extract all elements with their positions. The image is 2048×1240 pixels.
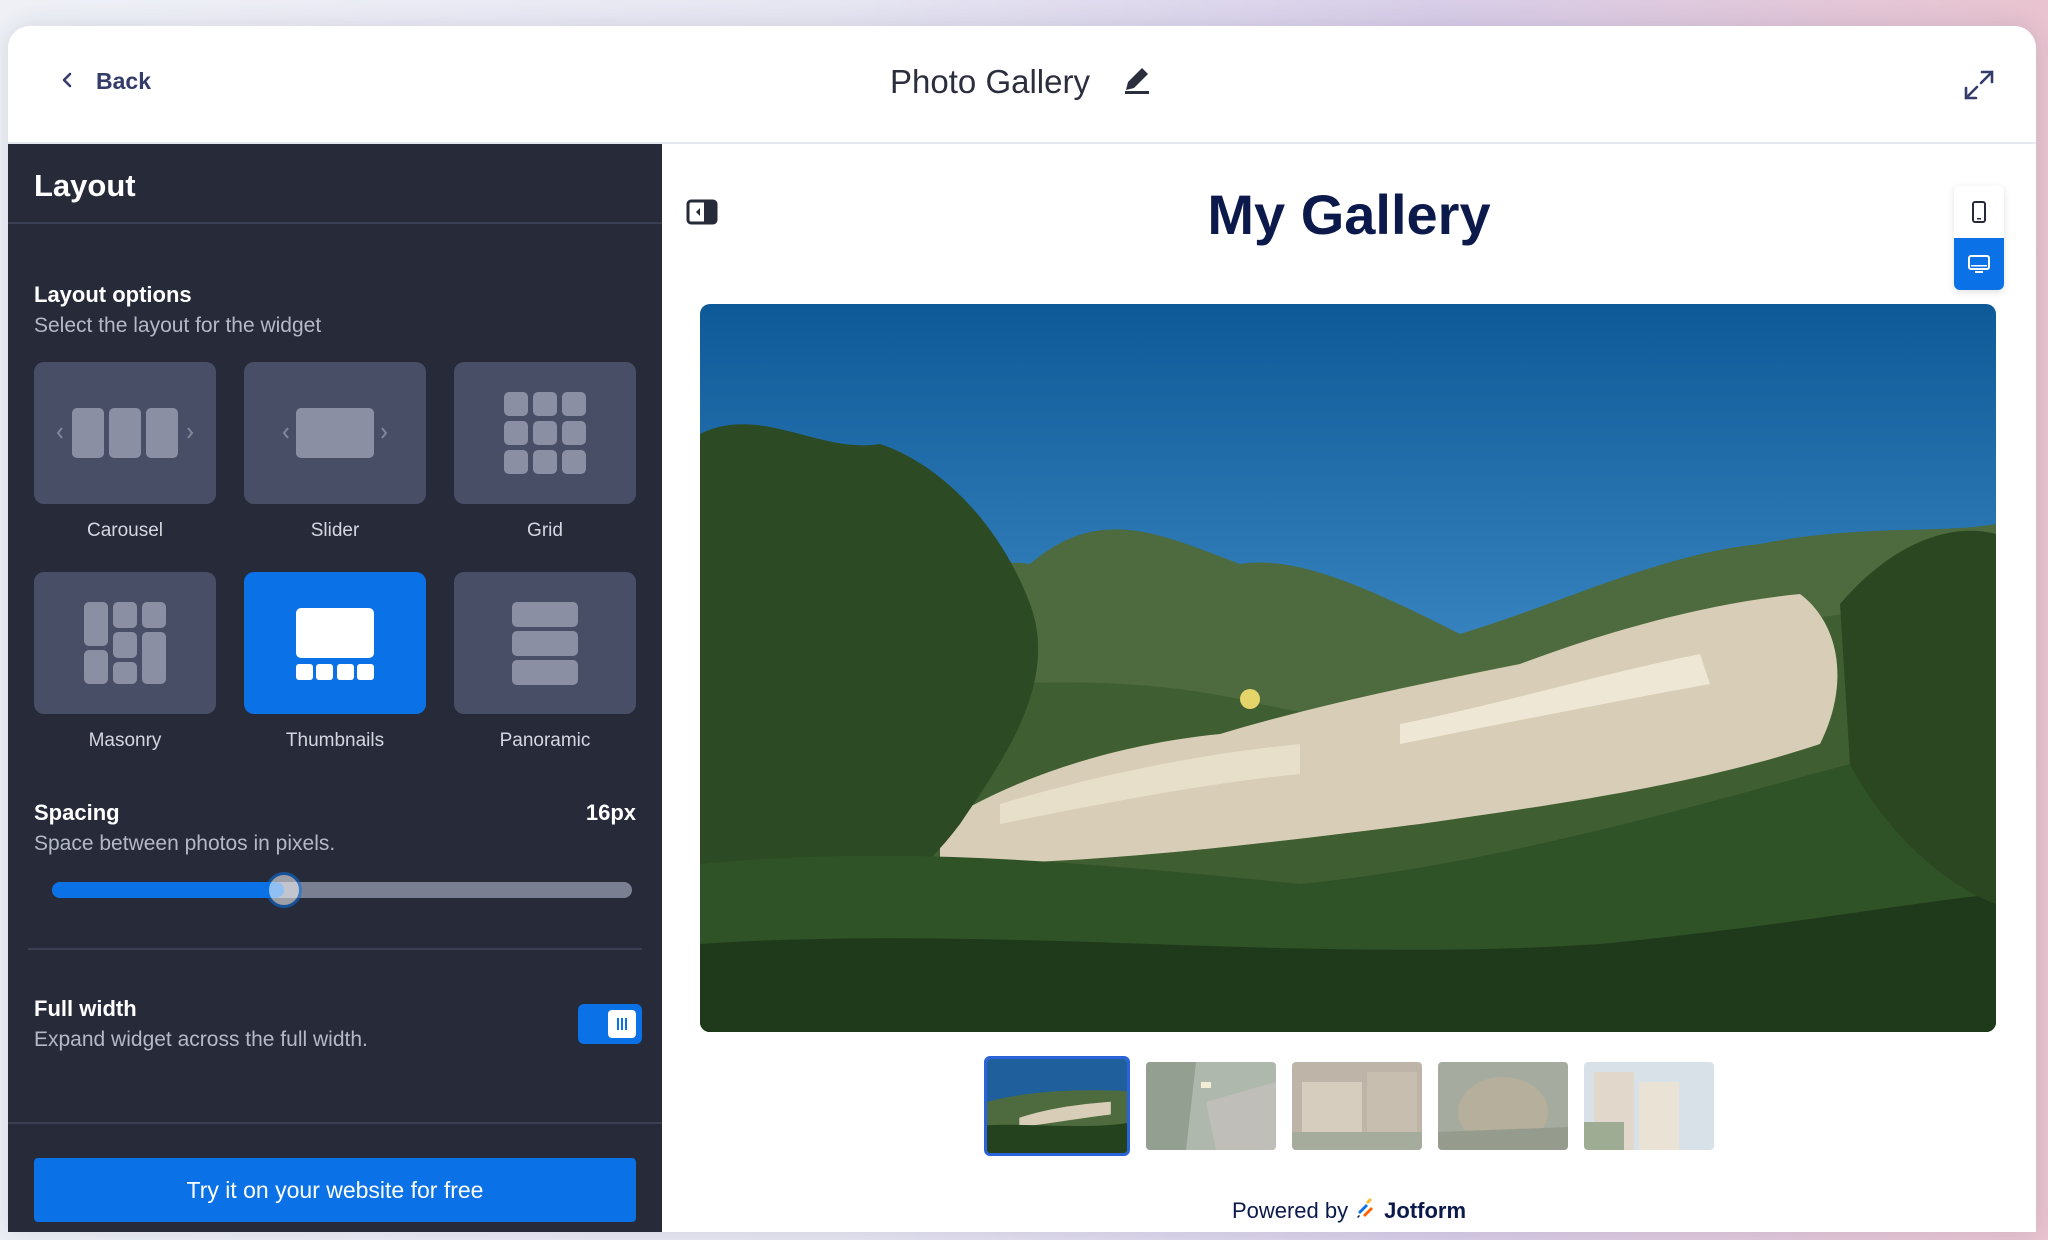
layout-label-slider: Slider (310, 520, 360, 541)
panoramic-icon (512, 602, 578, 685)
masonry-icon (84, 602, 166, 684)
device-switch (1954, 186, 2004, 290)
thumbnail-2[interactable] (1146, 1062, 1276, 1150)
layout-label-carousel: Carousel (86, 520, 164, 541)
desktop-view-button[interactable] (1954, 238, 2004, 290)
toggle-knob (608, 1010, 636, 1038)
thumbnail-strip (662, 1056, 2036, 1156)
thumbnail-5[interactable] (1584, 1062, 1714, 1150)
layout-option-grid[interactable] (454, 362, 636, 504)
layout-options-title: Layout options (34, 282, 192, 307)
layout-label-panoramic: Panoramic (499, 730, 591, 751)
grid-icon (504, 392, 586, 474)
hillside-village-photo (700, 304, 1996, 1032)
title-group: Photo Gallery (8, 62, 2036, 101)
layout-label-thumbnails: Thumbnails (285, 730, 385, 751)
main-photo[interactable] (700, 304, 1996, 1032)
spacing-title: Spacing (34, 800, 120, 825)
jotform-logo-icon (1356, 1198, 1376, 1224)
spacing-subtitle: Space between photos in pixels. (34, 832, 336, 855)
full-width-title: Full width (34, 996, 137, 1021)
full-width-subtitle: Expand widget across the full width. (34, 1028, 368, 1051)
mobile-view-button[interactable] (1954, 186, 2004, 238)
app-window: Back Photo Gallery Layout Layout options… (8, 26, 2036, 1232)
jotform-brand: Jotform (1384, 1198, 1467, 1223)
layout-label-masonry: Masonry (88, 730, 162, 751)
thumbnail-3[interactable] (1292, 1062, 1422, 1150)
layout-option-masonry[interactable] (34, 572, 216, 714)
spacing-value: 16px (585, 800, 636, 825)
pencil-icon[interactable] (1120, 62, 1154, 101)
top-bar: Back Photo Gallery (8, 26, 2036, 144)
spacing-slider[interactable] (44, 872, 634, 908)
powered-by-prefix: Powered by (1231, 1198, 1349, 1223)
desktop-icon (1968, 255, 1990, 273)
try-free-button[interactable]: Try it on your website for free (34, 1158, 636, 1222)
gallery-title: My Gallery (1207, 183, 1491, 246)
layout-option-panoramic[interactable] (454, 572, 636, 714)
thumbnail-4[interactable] (1438, 1062, 1568, 1150)
thumbnails-icon (296, 608, 374, 680)
slider-thumb[interactable] (266, 872, 302, 908)
gallery-preview: My Gallery Powered by Jotform (662, 144, 2036, 1232)
layout-option-thumbnails[interactable] (244, 572, 426, 714)
layout-label-grid: Grid (527, 520, 563, 541)
sidebar-title: Layout (8, 144, 662, 224)
section-divider (28, 948, 642, 950)
slider-fill (52, 882, 284, 898)
expand-icon[interactable] (1962, 68, 1996, 107)
powered-by[interactable]: Powered by Jotform (662, 1198, 2036, 1224)
layout-options-subtitle: Select the layout for the widget (34, 314, 322, 337)
page-title: Photo Gallery (890, 62, 1090, 100)
slider-icon (282, 408, 388, 458)
footer-divider (8, 1122, 662, 1124)
layout-option-slider[interactable] (244, 362, 426, 504)
full-width-toggle[interactable] (578, 1004, 642, 1044)
carousel-icon (56, 408, 194, 458)
thumbnail-1[interactable] (984, 1056, 1130, 1156)
settings-sidebar: Layout Layout options Select the layout … (8, 144, 662, 1232)
layout-option-carousel[interactable] (34, 362, 216, 504)
mobile-icon (1972, 201, 1986, 223)
